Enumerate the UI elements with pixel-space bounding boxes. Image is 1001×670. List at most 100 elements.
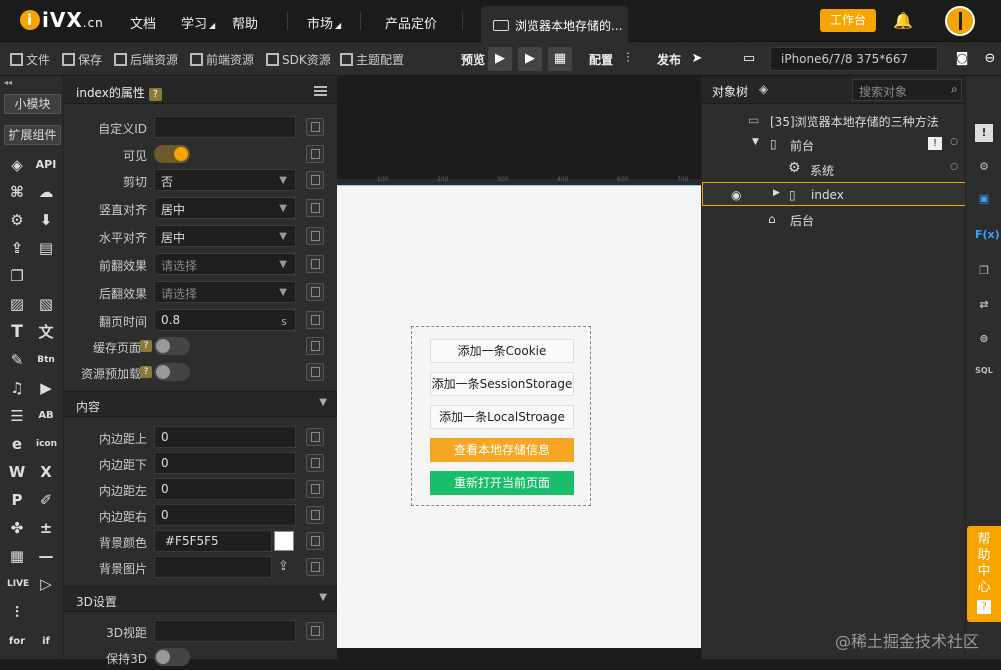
copy-icon[interactable] bbox=[306, 480, 324, 498]
forward-effect-select[interactable]: 请选择 ▼ bbox=[154, 253, 296, 275]
clipboard-icon[interactable]: ❐ bbox=[975, 262, 993, 280]
tree-search-input[interactable]: 搜索对象 bbox=[852, 79, 962, 101]
tab-small-modules[interactable]: 小模块 bbox=[4, 94, 61, 114]
sliders-icon[interactable]: ⫶ bbox=[616, 47, 640, 71]
brush-icon[interactable]: ✐ bbox=[36, 490, 56, 510]
page-preview[interactable]: 添加一条Cookie 添加一条SessionStorage 添加一条LocalS… bbox=[337, 186, 701, 648]
word-icon[interactable]: W bbox=[7, 462, 27, 482]
copy-icon[interactable]: ❐ bbox=[7, 266, 27, 286]
copy-icon[interactable] bbox=[306, 227, 324, 245]
send-icon[interactable]: ➤ bbox=[685, 47, 709, 71]
add-sessionstorage-button[interactable]: 添加一条SessionStorage bbox=[430, 372, 574, 396]
keep-3d-toggle[interactable] bbox=[154, 648, 190, 666]
mqtt-cloud-icon[interactable]: ☁ bbox=[36, 182, 56, 202]
search-icon[interactable]: ⌕ bbox=[951, 82, 958, 97]
tree-node-backend[interactable]: ⌂ 后台 bbox=[702, 207, 966, 231]
player-icon[interactable]: ▷ bbox=[36, 574, 56, 594]
file-menu[interactable]: 文件 bbox=[10, 51, 50, 68]
divider-line-icon[interactable]: — bbox=[36, 546, 56, 566]
help-icon[interactable]: ? bbox=[148, 88, 162, 101]
view-storage-button[interactable]: 查看本地存储信息 bbox=[430, 438, 574, 462]
color-swatch[interactable] bbox=[274, 531, 294, 551]
valign-select[interactable]: 居中 ▼ bbox=[154, 197, 296, 219]
copy-icon[interactable] bbox=[306, 622, 324, 640]
play-icon[interactable]: ▶ bbox=[488, 47, 512, 71]
expand-icon[interactable]: ▼ bbox=[752, 137, 759, 147]
halign-select[interactable]: 居中 ▼ bbox=[154, 225, 296, 247]
bell-icon[interactable]: 🔔 bbox=[893, 11, 913, 30]
info-panel-icon[interactable]: ! bbox=[975, 124, 993, 142]
gear-icon[interactable]: ⚙ bbox=[7, 210, 27, 230]
live-icon[interactable]: LIVE bbox=[7, 574, 29, 594]
copy-icon[interactable] bbox=[306, 283, 324, 301]
logo[interactable]: i iVX.cn bbox=[20, 8, 104, 32]
gallery-icon[interactable]: ▧ bbox=[36, 294, 56, 314]
excel-icon[interactable]: X bbox=[36, 462, 56, 482]
custom-id-input[interactable] bbox=[154, 116, 296, 138]
help-center-button[interactable]: 帮助中心 ? bbox=[967, 526, 1001, 622]
qrcode-component-icon[interactable]: ▦ bbox=[7, 546, 27, 566]
play-step-icon[interactable]: ▶ bbox=[518, 47, 542, 71]
image-icon[interactable]: ▨ bbox=[7, 294, 27, 314]
copy-icon[interactable] bbox=[306, 118, 324, 136]
plugin-icon[interactable]: ⊚ bbox=[975, 330, 993, 348]
monitor-icon[interactable]: ▭ bbox=[737, 47, 761, 71]
padding-bottom-input[interactable]: 0 bbox=[154, 452, 296, 474]
api-icon[interactable]: API bbox=[35, 155, 57, 175]
icon-component-icon[interactable]: icon bbox=[36, 434, 57, 454]
copy-icon[interactable] bbox=[306, 145, 324, 163]
qrcode-icon[interactable]: ▦ bbox=[548, 47, 572, 71]
network-icon[interactable]: ⌘ bbox=[7, 182, 27, 202]
clip-select[interactable]: 否 ▼ bbox=[154, 169, 296, 191]
minus-circle-icon[interactable]: ⊖ bbox=[978, 47, 1001, 71]
copy-icon[interactable] bbox=[306, 428, 324, 446]
bg-color-input[interactable]: #F5F5F5 bbox=[154, 530, 272, 552]
back-effect-select[interactable]: 请选择 ▼ bbox=[154, 281, 296, 303]
for-loop-icon[interactable]: for bbox=[7, 632, 27, 652]
help-icon[interactable]: ? bbox=[140, 340, 152, 352]
edit-icon[interactable]: ✎ bbox=[7, 350, 27, 370]
project-tab[interactable]: 浏览器本地存储的... bbox=[481, 6, 628, 42]
swap-icon[interactable]: ⇄ bbox=[975, 296, 993, 314]
menu-icon[interactable] bbox=[314, 86, 327, 96]
nav-pricing[interactable]: 产品定价 bbox=[385, 13, 437, 32]
copy-icon[interactable] bbox=[306, 199, 324, 217]
puzzle-icon[interactable]: ✤ bbox=[7, 518, 27, 538]
tree-node-frontend[interactable]: ▼ ▯ 前台! ○ bbox=[702, 132, 966, 156]
visible-toggle[interactable] bbox=[154, 145, 190, 163]
upload-icon[interactable]: ⇪ bbox=[7, 238, 27, 258]
help-icon[interactable]: ? bbox=[140, 366, 152, 378]
add-cookie-button[interactable]: 添加一条Cookie bbox=[430, 339, 574, 363]
copy-icon[interactable] bbox=[306, 255, 324, 273]
plus-minus-icon[interactable]: ± bbox=[36, 518, 56, 538]
frontend-resources[interactable]: 前端资源 bbox=[190, 51, 254, 68]
copy-icon[interactable] bbox=[306, 454, 324, 472]
screenshot-icon[interactable]: ◙ bbox=[950, 47, 974, 71]
bg-image-input[interactable] bbox=[154, 556, 272, 578]
preload-toggle[interactable] bbox=[154, 363, 190, 381]
copy-icon[interactable] bbox=[306, 337, 324, 355]
3d-distance-input[interactable] bbox=[154, 620, 296, 642]
layout-icon[interactable]: ▤ bbox=[36, 238, 56, 258]
copy-icon[interactable] bbox=[306, 558, 324, 576]
music-icon[interactable]: ♫ bbox=[7, 378, 27, 398]
upload-icon[interactable]: ⇪ bbox=[278, 559, 289, 574]
tree-node-index[interactable]: ◉ ▶ ▯ index bbox=[702, 182, 966, 206]
list-icon[interactable]: ☰ bbox=[7, 406, 27, 426]
translate-icon[interactable]: 文 bbox=[36, 322, 56, 342]
collapse-icon[interactable]: ◂◂ bbox=[4, 78, 12, 87]
browser-icon[interactable]: e bbox=[7, 434, 27, 454]
settings-icon[interactable]: ⚙ bbox=[975, 158, 993, 176]
save-button[interactable]: 保存 bbox=[62, 51, 102, 68]
nav-help[interactable]: 帮助 bbox=[232, 13, 258, 32]
nav-market[interactable]: 市场 ◢ bbox=[307, 13, 341, 32]
avatar[interactable] bbox=[945, 6, 975, 36]
device-select[interactable]: iPhone6/7/8 375*667 bbox=[770, 47, 938, 71]
info-icon[interactable]: ! bbox=[928, 137, 942, 150]
reopen-page-button[interactable]: 重新打开当前页面 bbox=[430, 471, 574, 495]
layers-icon[interactable]: ◈ bbox=[759, 82, 768, 96]
copy-icon[interactable] bbox=[306, 532, 324, 550]
copy-icon[interactable] bbox=[306, 363, 324, 381]
chat-icon[interactable]: ▣ bbox=[975, 190, 993, 208]
ppt-icon[interactable]: P bbox=[7, 490, 27, 510]
